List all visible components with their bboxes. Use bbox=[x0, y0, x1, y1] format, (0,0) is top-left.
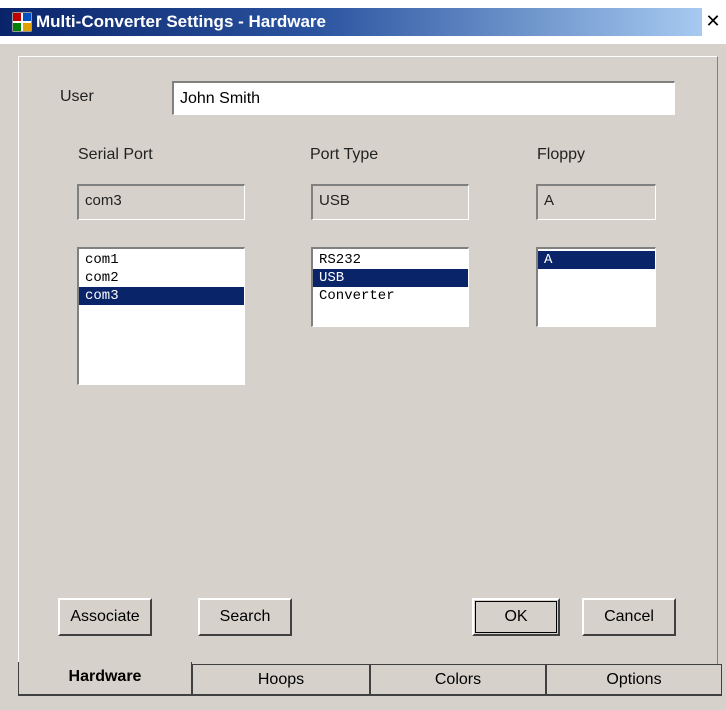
floppy-current: A bbox=[536, 184, 656, 220]
port-type-list-item[interactable]: Converter bbox=[313, 287, 468, 305]
serial-port-list-item[interactable]: com2 bbox=[79, 269, 244, 287]
serial-port-list-item[interactable]: com1 bbox=[79, 251, 244, 269]
port-type-list-item[interactable]: USB bbox=[313, 269, 468, 287]
window-title: Multi-Converter Settings - Hardware bbox=[36, 12, 326, 31]
associate-button[interactable]: Associate bbox=[58, 598, 152, 636]
floppy-list-item[interactable]: A bbox=[538, 251, 655, 269]
tab-hoops[interactable]: Hoops bbox=[192, 664, 370, 696]
port-type-list-item[interactable]: RS232 bbox=[313, 251, 468, 269]
user-input[interactable] bbox=[172, 81, 675, 115]
app-icon bbox=[11, 11, 33, 33]
search-button[interactable]: Search bbox=[198, 598, 292, 636]
cancel-button[interactable]: Cancel bbox=[582, 598, 676, 636]
tab-hardware[interactable]: Hardware bbox=[18, 662, 192, 696]
serial-port-label: Serial Port bbox=[78, 146, 153, 163]
port-type-label: Port Type bbox=[310, 146, 379, 163]
tab-colors[interactable]: Colors bbox=[370, 664, 546, 696]
serial-port-list-item[interactable]: com3 bbox=[79, 287, 244, 305]
floppy-label: Floppy bbox=[537, 146, 586, 163]
close-icon[interactable]: ✕ bbox=[703, 10, 723, 32]
tab-options[interactable]: Options bbox=[546, 664, 722, 696]
serial-port-list[interactable]: com1 com2 com3 bbox=[77, 247, 245, 385]
port-type-current: USB bbox=[311, 184, 469, 220]
user-label: User bbox=[60, 88, 94, 105]
serial-port-current: com3 bbox=[77, 184, 245, 220]
port-type-list[interactable]: RS232 USB Converter bbox=[311, 247, 469, 327]
floppy-list[interactable]: A bbox=[536, 247, 656, 327]
ok-button[interactable]: OK bbox=[472, 598, 560, 636]
